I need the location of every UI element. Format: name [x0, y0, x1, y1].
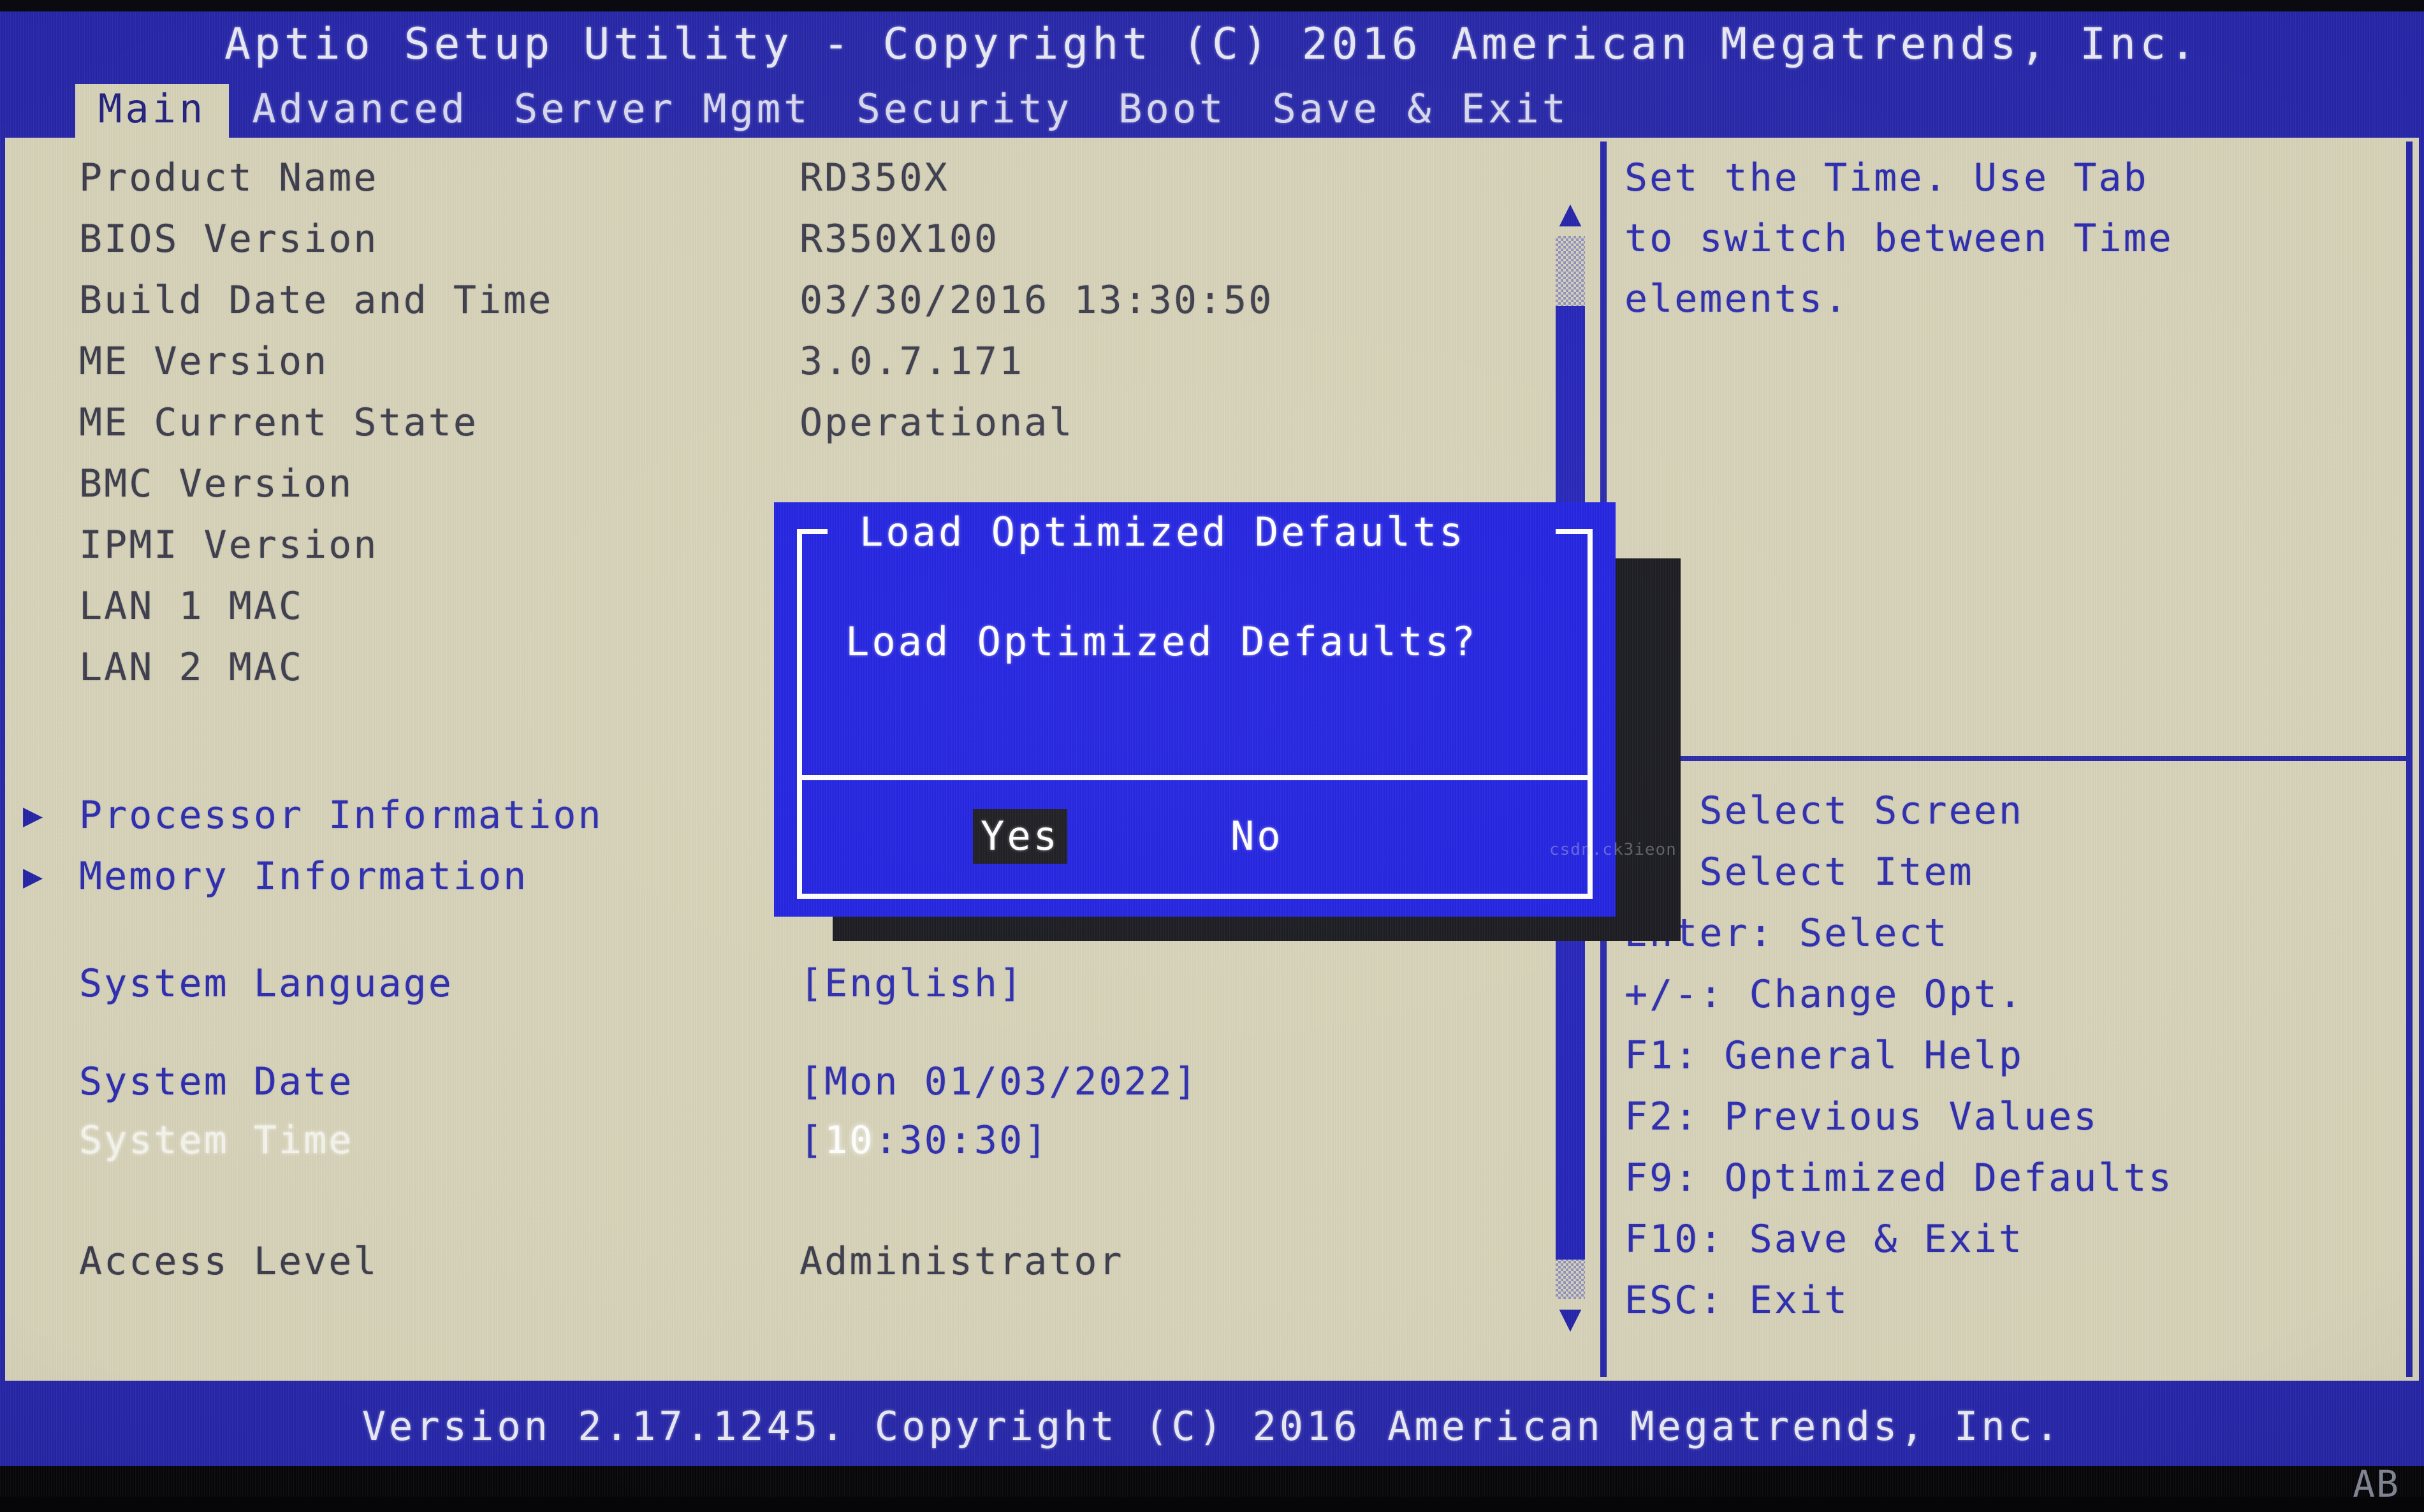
- watermark-text: csdn.ck3ieon: [1549, 840, 1677, 859]
- key-legend: ↔: Select Screen ↕: Select Item Enter: S…: [1625, 780, 2402, 1331]
- row-label: Memory Information: [79, 854, 529, 899]
- footer-version: Version 2.17.1245. Copyright (C) 2016 Am…: [0, 1385, 2424, 1467]
- table-row-system-language[interactable]: System Language [English]: [8, 954, 1544, 1014]
- footer-version-text: Version 2.17.1245. Copyright (C) 2016 Am…: [361, 1402, 2063, 1450]
- row-value: RD350X: [799, 156, 949, 200]
- dialog-button-separator: [797, 775, 1593, 780]
- dialog-border-left: [797, 529, 802, 899]
- row-value: 03/30/2016 13:30:50: [799, 278, 1274, 323]
- scroll-up-arrow-icon[interactable]: ▲: [1551, 194, 1590, 232]
- dialog-question: Load Optimized Defaults?: [845, 618, 1478, 665]
- tab-boot[interactable]: Boot: [1095, 84, 1249, 138]
- key-legend-optimized-defaults: F9: Optimized Defaults: [1625, 1156, 2173, 1200]
- bios-surface: Aptio Setup Utility - Copyright (C) 2016…: [0, 11, 2424, 1497]
- table-row[interactable]: ME Version 3.0.7.171: [8, 331, 1544, 391]
- row-value: 3.0.7.171: [799, 339, 1025, 384]
- corner-watermark: AB: [2353, 1462, 2400, 1506]
- row-label: System Language: [79, 961, 453, 1006]
- help-line: elements.: [1625, 277, 1850, 321]
- page-title-text: Aptio Setup Utility - Copyright (C) 2016…: [224, 18, 2200, 69]
- no-button[interactable]: No: [1227, 811, 1287, 861]
- tab-server-mgmt[interactable]: Server Mgmt: [491, 84, 834, 138]
- dialog-title: Load Optimized Defaults: [845, 502, 1480, 561]
- key-legend-general-help: F1: General Help: [1625, 1033, 2024, 1078]
- row-label: ME Current State: [79, 400, 478, 445]
- row-label: System Time: [79, 1118, 354, 1163]
- help-line: to switch between Time: [1625, 216, 2173, 261]
- row-label: LAN 2 MAC: [79, 645, 304, 690]
- row-label: Product Name: [79, 156, 379, 200]
- time-edit-cursor: 10: [824, 1118, 875, 1163]
- submenu-arrow-icon: ▶: [22, 796, 45, 834]
- key-legend-enter-select: Enter: Select: [1625, 911, 1949, 956]
- row-value[interactable]: [10:30:30]: [799, 1118, 1544, 1163]
- row-label: Build Date and Time: [79, 278, 553, 323]
- row-value: Administrator: [799, 1239, 1124, 1284]
- system-time-value: [10:30:30]: [799, 1118, 1049, 1163]
- bezel-bottom: AB: [0, 1462, 2424, 1512]
- key-legend-select-item: ↕: Select Item: [1625, 850, 1974, 894]
- table-row-access-level: Access Level Administrator: [8, 1232, 1544, 1291]
- row-label: ME Version: [79, 339, 329, 384]
- key-legend-select-screen: ↔: Select Screen: [1625, 789, 2024, 833]
- row-value: Operational: [799, 400, 1074, 445]
- row-value: R350X100: [799, 217, 999, 261]
- dialog-buttons: Yes No: [802, 783, 1588, 890]
- key-legend-change-opt: +/-: Change Opt.: [1625, 972, 2024, 1017]
- table-row[interactable]: ME Current State Operational: [8, 393, 1544, 453]
- row-label: LAN 1 MAC: [79, 584, 304, 629]
- dialog-border-bottom: [797, 894, 1593, 899]
- table-row[interactable]: BIOS Version R350X100: [8, 209, 1544, 269]
- row-label: IPMI Version: [79, 523, 379, 567]
- row-label: System Date: [79, 1059, 354, 1104]
- table-row-system-time[interactable]: System Time [10:30:30]: [8, 1110, 1544, 1170]
- scroll-down-arrow-icon[interactable]: ▼: [1551, 1299, 1590, 1337]
- key-legend-previous-values: F2: Previous Values: [1625, 1094, 2099, 1139]
- page-title: Aptio Setup Utility - Copyright (C) 2016…: [0, 11, 2424, 76]
- table-row[interactable]: Build Date and Time 03/30/2016 13:30:50: [8, 270, 1544, 330]
- help-line: Set the Time. Use Tab: [1625, 156, 2149, 200]
- table-row-system-date[interactable]: System Date [Mon 01/03/2022]: [8, 1052, 1544, 1112]
- row-value[interactable]: [English]: [799, 961, 1544, 1006]
- table-row[interactable]: Product Name RD350X: [8, 148, 1544, 208]
- help-separator: [1607, 756, 2411, 761]
- key-legend-esc-exit: ESC: Exit: [1625, 1278, 1850, 1323]
- tab-advanced[interactable]: Advanced: [229, 84, 491, 138]
- tab-security[interactable]: Security: [834, 84, 1096, 138]
- row-label: Processor Information: [79, 793, 603, 838]
- key-legend-save-exit: F10: Save & Exit: [1625, 1217, 2024, 1261]
- tab-save-exit[interactable]: Save & Exit: [1249, 84, 1592, 138]
- row-label: Access Level: [79, 1239, 379, 1284]
- yes-button[interactable]: Yes: [973, 809, 1067, 864]
- row-label: BMC Version: [79, 462, 354, 506]
- tab-bar[interactable]: Main Advanced Server Mgmt Security Boot …: [0, 76, 2424, 138]
- tab-main[interactable]: Main: [75, 84, 230, 138]
- submenu-arrow-icon: ▶: [22, 857, 45, 896]
- row-value[interactable]: [Mon 01/03/2022]: [799, 1059, 1544, 1104]
- row-label: BIOS Version: [79, 217, 379, 261]
- load-optimized-defaults-dialog: Load Optimized Defaults Load Optimized D…: [774, 502, 1616, 917]
- bios-screen: Aptio Setup Utility - Copyright (C) 2016…: [0, 0, 2424, 1512]
